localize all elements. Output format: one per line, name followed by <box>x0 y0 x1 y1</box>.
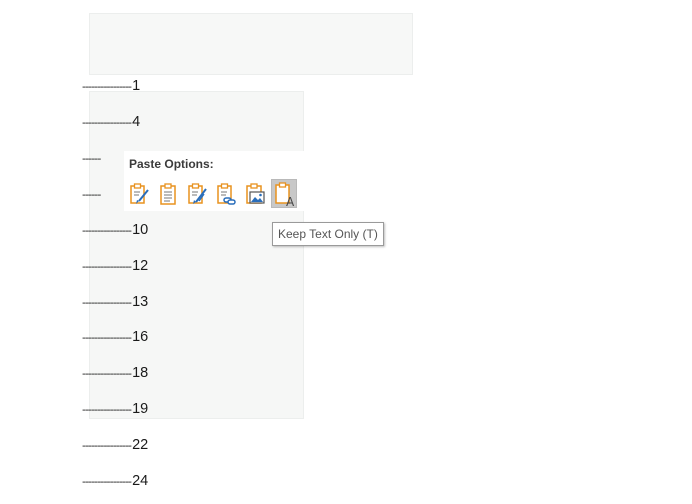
use-destination-styles-button[interactable] <box>155 179 181 208</box>
dash-leader: ---------------- <box>82 224 132 237</box>
document-line: ----------------22 <box>82 435 148 455</box>
picture-paste-icon <box>246 182 265 204</box>
keep-text-only-icon: A <box>275 181 295 207</box>
tooltip-keep-text-only: Keep Text Only (T) <box>272 222 384 246</box>
dash-leader: ---------------- <box>82 260 132 273</box>
document-line: ----------------1 <box>82 76 140 96</box>
document-line: ----------------13 <box>82 292 148 312</box>
document-line: ----------------16 <box>82 327 148 347</box>
document-line: ------ <box>82 184 101 204</box>
dash-leader: ---------------- <box>82 80 132 93</box>
line-number: 1 <box>132 78 141 94</box>
dash-leader: ---------------- <box>82 367 132 380</box>
line-number: 16 <box>132 329 149 345</box>
document-shaded-region-top <box>89 13 413 75</box>
document-line: ----------------10 <box>82 220 148 240</box>
dash-leader: ---------------- <box>82 439 132 452</box>
dash-leader: ---------------- <box>82 331 132 344</box>
line-number: 4 <box>132 114 141 130</box>
line-number: 18 <box>132 365 149 381</box>
paste-options-buttons: A <box>126 179 297 208</box>
picture-paste-button[interactable] <box>242 179 268 208</box>
keep-text-only-button[interactable]: A <box>271 179 297 208</box>
keep-source-formatting-button[interactable] <box>126 179 152 208</box>
paste-options-panel: Paste Options: A <box>124 151 304 211</box>
line-number: 13 <box>132 294 149 310</box>
dash-leader: ---------------- <box>82 116 132 129</box>
document-line: ----------------24 <box>82 471 148 491</box>
line-number: 22 <box>132 437 149 453</box>
svg-text:A: A <box>286 195 295 207</box>
dash-leader: ------ <box>82 152 101 165</box>
document-line: ----------------19 <box>82 399 148 419</box>
use-destination-styles-icon <box>160 182 176 205</box>
link-paste-icon <box>217 182 236 205</box>
line-number: 19 <box>132 401 149 417</box>
dash-leader: ---------------- <box>82 403 132 416</box>
line-number: 24 <box>132 473 149 489</box>
keep-source-formatting-icon <box>130 182 149 204</box>
document-line: ------ <box>82 148 101 168</box>
line-number: 10 <box>132 222 149 238</box>
dash-leader: ---------------- <box>82 475 132 488</box>
document-line: ----------------12 <box>82 256 148 276</box>
link-paste-button[interactable] <box>213 179 239 208</box>
paste-options-title: Paste Options: <box>129 157 214 171</box>
dash-leader: ------ <box>82 188 101 201</box>
dash-leader: ---------------- <box>82 296 132 309</box>
merge-formatting-icon <box>188 182 207 204</box>
merge-formatting-button[interactable] <box>184 179 210 208</box>
document-line: ----------------4 <box>82 112 140 132</box>
line-number: 12 <box>132 258 149 274</box>
document-line: ----------------18 <box>82 363 148 383</box>
